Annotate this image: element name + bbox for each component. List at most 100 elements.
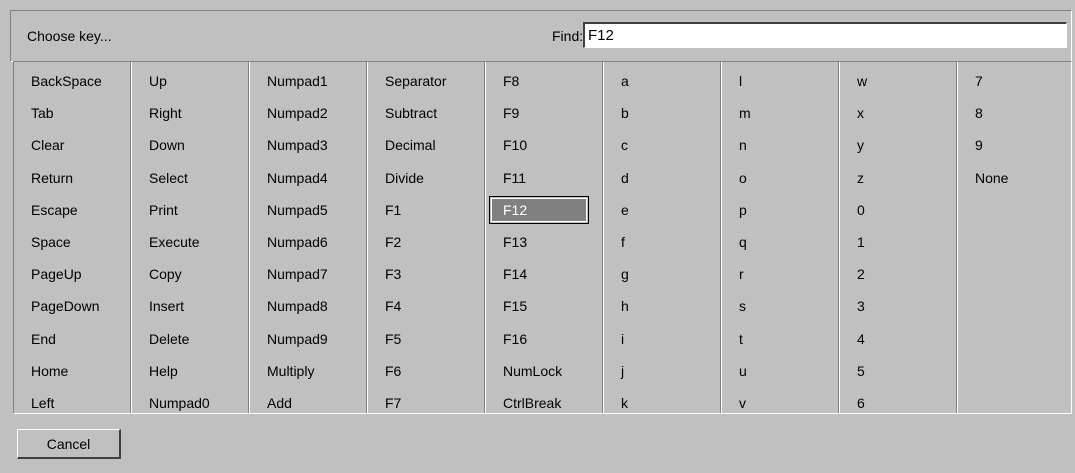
key-option-w[interactable]: w	[857, 69, 867, 93]
key-option-multiply[interactable]: Multiply	[267, 359, 314, 383]
key-option-2[interactable]: 2	[857, 262, 865, 286]
key-option-backspace[interactable]: BackSpace	[31, 69, 102, 93]
key-option-q[interactable]: q	[739, 230, 747, 254]
key-option-f3[interactable]: F3	[385, 262, 401, 286]
key-column: 7 8 9 None	[958, 62, 1071, 413]
key-option-9[interactable]: 9	[975, 133, 983, 157]
search-bar: Choose key... Find:	[10, 10, 1072, 62]
key-option-f7[interactable]: F7	[385, 391, 401, 415]
key-option-f11[interactable]: F11	[503, 166, 526, 190]
key-option-j[interactable]: j	[621, 359, 624, 383]
key-option-copy[interactable]: Copy	[149, 262, 182, 286]
key-column: wxyz 0 1 2 3 4 5 6	[840, 62, 958, 413]
key-option-f8[interactable]: F8	[503, 69, 519, 93]
key-option-down[interactable]: Down	[149, 133, 185, 157]
key-option-ctrlbreak[interactable]: CtrlBreak	[503, 391, 561, 415]
key-option-escape[interactable]: Escape	[31, 198, 78, 222]
key-option-divide[interactable]: Divide	[385, 166, 424, 190]
key-option-n[interactable]: n	[739, 133, 747, 157]
key-option-f4[interactable]: F4	[385, 294, 401, 318]
key-option-0[interactable]: 0	[857, 198, 865, 222]
key-option-insert[interactable]: Insert	[149, 294, 184, 318]
key-option-h[interactable]: h	[621, 294, 629, 318]
key-option-pageup[interactable]: PageUp	[31, 262, 82, 286]
key-option-o[interactable]: o	[739, 166, 747, 190]
key-option-add[interactable]: Add	[267, 391, 292, 415]
key-option-8[interactable]: 8	[975, 101, 983, 125]
key-option-z[interactable]: z	[857, 166, 864, 190]
key-option-numpad8[interactable]: Numpad8	[267, 294, 328, 318]
key-option-s[interactable]: s	[739, 294, 746, 318]
key-option-3[interactable]: 3	[857, 294, 865, 318]
key-option-select[interactable]: Select	[149, 166, 188, 190]
key-option-f15[interactable]: F15	[503, 294, 527, 318]
key-option-x[interactable]: x	[857, 101, 864, 125]
key-option-end[interactable]: End	[31, 327, 56, 351]
key-option-numpad5[interactable]: Numpad5	[267, 198, 328, 222]
find-input[interactable]	[583, 22, 1067, 48]
key-option-tab[interactable]: Tab	[31, 101, 54, 125]
key-option-f2[interactable]: F2	[385, 230, 401, 254]
key-option-6[interactable]: 6	[857, 391, 865, 415]
key-option-f13[interactable]: F13	[503, 230, 527, 254]
key-option-k[interactable]: k	[621, 391, 628, 415]
key-option-a[interactable]: a	[621, 69, 629, 93]
key-option-up[interactable]: Up	[149, 69, 167, 93]
key-option-l[interactable]: l	[739, 69, 742, 93]
key-option-f1[interactable]: F1	[385, 198, 401, 222]
key-option-f16[interactable]: F16	[503, 327, 527, 351]
key-option-left[interactable]: Left	[31, 391, 54, 415]
key-column: BackSpace Tab Clear Return Escape Space PageUp…	[14, 62, 132, 413]
key-option-v[interactable]: v	[739, 391, 746, 415]
key-option-f12[interactable]: F12	[489, 195, 589, 224]
key-option-f5[interactable]: F5	[385, 327, 401, 351]
key-option-f10[interactable]: F10	[503, 133, 527, 157]
key-option-t[interactable]: t	[739, 327, 743, 351]
key-option-separator[interactable]: Separator	[385, 69, 446, 93]
key-option-5[interactable]: 5	[857, 359, 865, 383]
key-option-numpad3[interactable]: Numpad3	[267, 133, 328, 157]
key-option-m[interactable]: m	[739, 101, 751, 125]
key-option-numpad9[interactable]: Numpad9	[267, 327, 328, 351]
key-option-r[interactable]: r	[739, 262, 744, 286]
key-option-4[interactable]: 4	[857, 327, 865, 351]
key-option-right[interactable]: Right	[149, 101, 182, 125]
key-option-c[interactable]: c	[621, 133, 628, 157]
key-option-numlock[interactable]: NumLock	[503, 359, 562, 383]
key-option-none[interactable]: None	[975, 166, 1008, 190]
key-column: F8 F9 F10 F11 F12 F13 F14 F15 F16 NumLock CtrlBrea…	[486, 62, 604, 413]
key-column: Up Right Down Select Print Execute Copy Insert D…	[132, 62, 250, 413]
key-option-e[interactable]: e	[621, 198, 629, 222]
key-option-print[interactable]: Print	[149, 198, 178, 222]
key-option-1[interactable]: 1	[857, 230, 865, 254]
key-option-numpad2[interactable]: Numpad2	[267, 101, 328, 125]
key-option-space[interactable]: Space	[31, 230, 71, 254]
key-option-numpad1[interactable]: Numpad1	[267, 69, 328, 93]
key-option-g[interactable]: g	[621, 262, 629, 286]
key-option-numpad7[interactable]: Numpad7	[267, 262, 328, 286]
key-option-home[interactable]: Home	[31, 359, 68, 383]
key-option-numpad6[interactable]: Numpad6	[267, 230, 328, 254]
key-option-numpad4[interactable]: Numpad4	[267, 166, 328, 190]
cancel-button[interactable]: Cancel	[17, 429, 121, 459]
key-option-delete[interactable]: Delete	[149, 327, 189, 351]
key-option-decimal[interactable]: Decimal	[385, 133, 436, 157]
key-option-subtract[interactable]: Subtract	[385, 101, 437, 125]
key-option-p[interactable]: p	[739, 198, 747, 222]
key-option-f[interactable]: f	[621, 230, 625, 254]
key-option-b[interactable]: b	[621, 101, 629, 125]
key-option-clear[interactable]: Clear	[31, 133, 64, 157]
key-option-pagedown[interactable]: PageDown	[31, 294, 100, 318]
key-option-help[interactable]: Help	[149, 359, 178, 383]
key-option-7[interactable]: 7	[975, 69, 983, 93]
key-option-return[interactable]: Return	[31, 166, 73, 190]
key-option-f6[interactable]: F6	[385, 359, 401, 383]
key-option-u[interactable]: u	[739, 359, 747, 383]
key-option-i[interactable]: i	[621, 327, 624, 351]
key-option-f14[interactable]: F14	[503, 262, 527, 286]
key-option-numpad0[interactable]: Numpad0	[149, 391, 210, 415]
key-option-f9[interactable]: F9	[503, 101, 519, 125]
key-option-y[interactable]: y	[857, 133, 864, 157]
key-option-d[interactable]: d	[621, 166, 629, 190]
key-option-execute[interactable]: Execute	[149, 230, 200, 254]
